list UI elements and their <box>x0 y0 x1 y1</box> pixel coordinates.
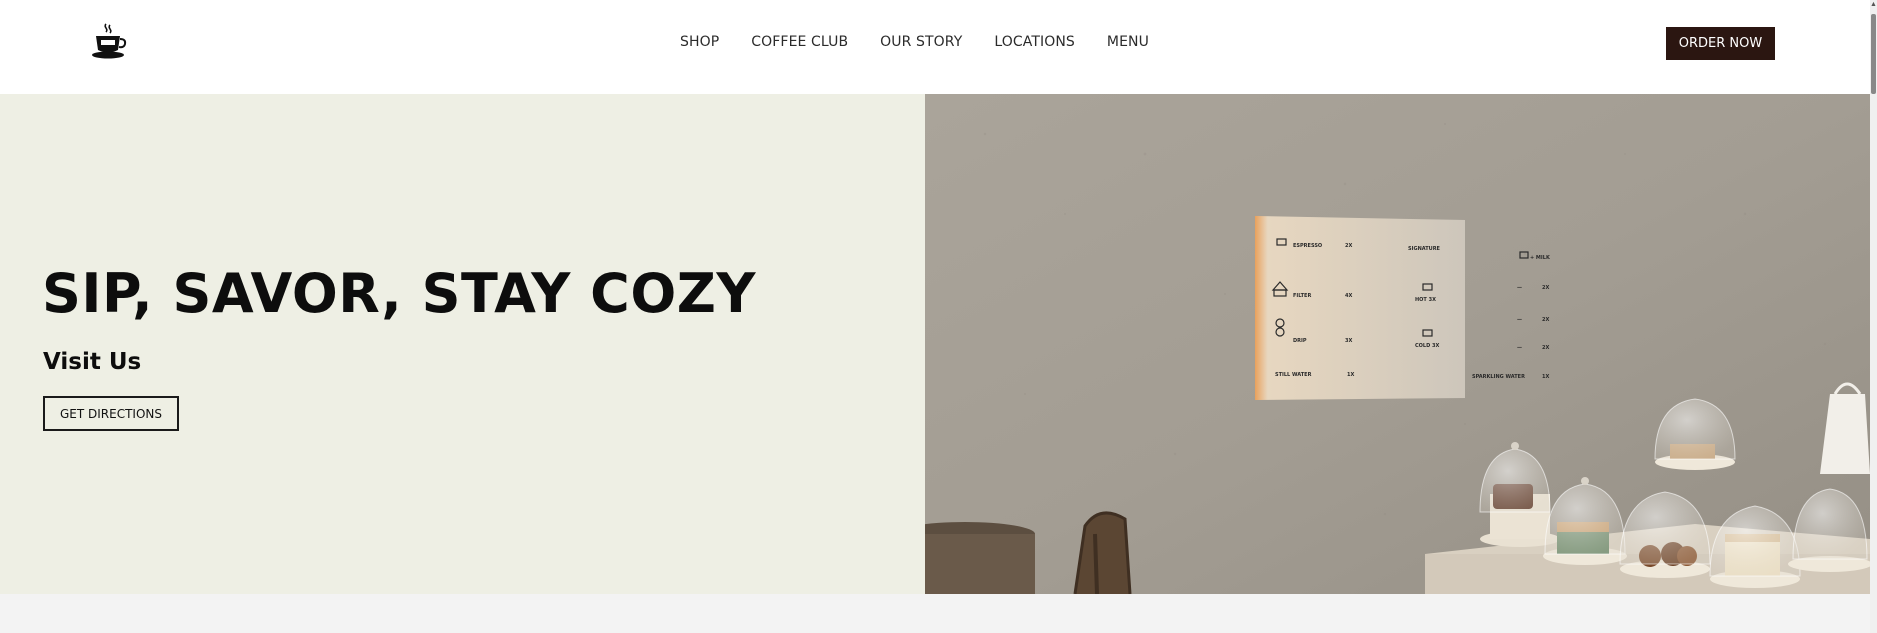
menu-board: ESPRESSO 2X SIGNATURE FILTER 4X HOT 3X DRI… <box>1255 216 1465 400</box>
svg-text:—: — <box>1517 317 1522 323</box>
hero-text-panel <box>0 94 925 594</box>
svg-text:COLD 3X: COLD 3X <box>1415 343 1439 349</box>
svg-text:1X: 1X <box>1542 374 1549 380</box>
svg-text:4X: 4X <box>1345 293 1352 299</box>
svg-text:+ MILK: + MILK <box>1530 255 1551 261</box>
svg-text:—: — <box>1517 345 1522 351</box>
order-now-button[interactable]: ORDER NOW <box>1666 27 1775 60</box>
svg-text:2X: 2X <box>1542 285 1549 291</box>
nav-item-menu[interactable]: MENU <box>1107 34 1149 50</box>
svg-text:FILTER: FILTER <box>1293 293 1311 299</box>
svg-text:3X: 3X <box>1345 338 1352 344</box>
svg-text:2X: 2X <box>1345 243 1352 249</box>
cafe-interior-photo: ESPRESSO 2X SIGNATURE FILTER 4X HOT 3X DRI… <box>925 94 1870 594</box>
scroll-up-arrow-icon[interactable]: ▲ <box>1870 0 1877 10</box>
nav-item-locations[interactable]: LOCATIONS <box>994 34 1075 50</box>
svg-text:—: — <box>1517 285 1522 291</box>
site-header: SHOP COFFEE CLUB OUR STORY LOCATIONS MEN… <box>0 0 1877 94</box>
svg-text:1X: 1X <box>1347 372 1354 378</box>
svg-text:2X: 2X <box>1542 345 1549 351</box>
page: SHOP COFFEE CLUB OUR STORY LOCATIONS MEN… <box>0 0 1877 633</box>
main-nav: SHOP COFFEE CLUB OUR STORY LOCATIONS MEN… <box>680 34 1181 50</box>
hero-subtitle: Visit Us <box>43 349 142 375</box>
svg-text:STILL WATER: STILL WATER <box>1275 372 1312 378</box>
scrollbar-thumb[interactable] <box>1871 14 1876 94</box>
nav-item-our-story[interactable]: OUR STORY <box>880 34 962 50</box>
vertical-scrollbar[interactable] <box>1870 0 1877 633</box>
svg-text:ESPRESSO: ESPRESSO <box>1293 243 1322 249</box>
svg-text:HOT 3X: HOT 3X <box>1415 297 1436 303</box>
nav-item-coffee-club[interactable]: COFFEE CLUB <box>751 34 848 50</box>
get-directions-button[interactable]: GET DIRECTIONS <box>43 396 179 431</box>
svg-text:2X: 2X <box>1542 317 1549 323</box>
svg-text:DRIP: DRIP <box>1293 338 1307 344</box>
svg-text:SPARKLING WATER: SPARKLING WATER <box>1472 374 1525 380</box>
page-bottom-strip <box>0 594 1870 633</box>
svg-text:SIGNATURE: SIGNATURE <box>1408 246 1441 252</box>
nav-item-shop[interactable]: SHOP <box>680 34 719 50</box>
logo-coffee-cup-icon[interactable] <box>90 22 128 62</box>
hero-title: SIP, SAVOR, STAY COZY <box>42 262 756 325</box>
